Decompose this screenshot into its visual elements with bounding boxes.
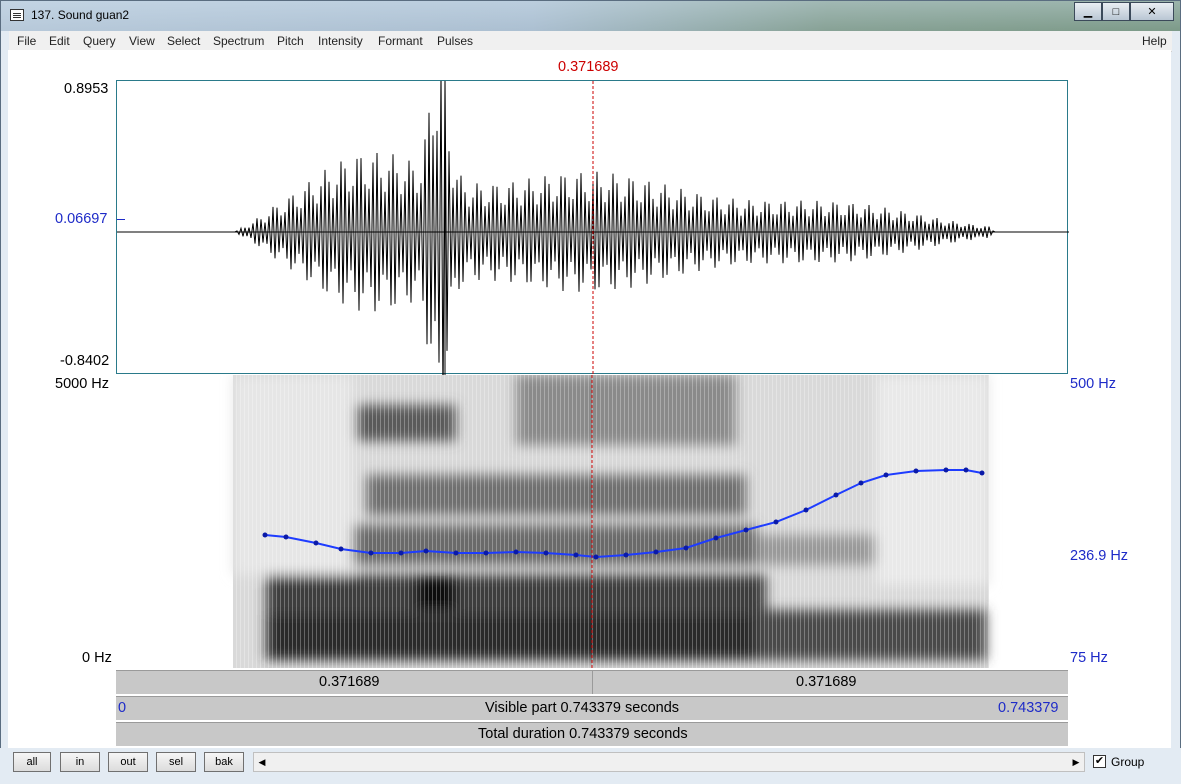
- pitch-point: [833, 492, 839, 498]
- zoom-back-button[interactable]: bak: [204, 752, 244, 772]
- zoom-in-button[interactable]: in: [60, 752, 100, 772]
- horizontal-scrollbar[interactable]: ◀ ▶: [253, 752, 1085, 772]
- pitch-point: [963, 467, 969, 473]
- pitch-point: [913, 468, 919, 474]
- pitch-point: [513, 549, 519, 555]
- pitch-point: [623, 552, 629, 558]
- menu-pitch[interactable]: Pitch: [277, 34, 304, 48]
- visible-part-bar[interactable]: 0 Visible part 0.743379 seconds 0.743379: [116, 696, 1068, 720]
- minimize-icon: ▁: [1083, 6, 1093, 18]
- waveform-ymid-label: 0.06697: [55, 211, 108, 227]
- timebar-right-label: 0.371689: [796, 674, 857, 690]
- window-title: 137. Sound guan2: [31, 8, 130, 22]
- spectrogram-freq-top-label: 5000 Hz: [55, 376, 110, 392]
- timebar-left-segment[interactable]: 0.371689: [116, 670, 592, 694]
- menu-view[interactable]: View: [129, 34, 155, 48]
- waveform-panel[interactable]: [116, 80, 1069, 375]
- menu-help[interactable]: Help: [1142, 34, 1167, 48]
- pitch-point: [943, 467, 949, 473]
- menu-query[interactable]: Query: [83, 34, 116, 48]
- waveform-svg: [117, 81, 1069, 375]
- pitch-point: [743, 527, 749, 533]
- spectrogram-striations: [233, 375, 989, 668]
- group-checkbox[interactable]: ✔: [1093, 755, 1106, 768]
- pitch-bottom-label: 75 Hz: [1070, 650, 1108, 666]
- pitch-point: [883, 472, 889, 478]
- pitch-point: [313, 540, 319, 546]
- title-bar[interactable]: 137. Sound guan2 ▁ □ ✕: [1, 1, 1180, 31]
- waveform-trace: [117, 81, 996, 375]
- scroll-right-icon[interactable]: ▶: [1068, 753, 1084, 771]
- pitch-point: [713, 535, 719, 541]
- pitch-point: [773, 519, 779, 525]
- pitch-point: [423, 548, 429, 554]
- menu-formant[interactable]: Formant: [378, 34, 423, 48]
- pitch-top-label: 500 Hz: [1070, 376, 1116, 392]
- menu-intensity[interactable]: Intensity: [318, 34, 363, 48]
- zoom-all-button[interactable]: all: [13, 752, 51, 772]
- maximize-button[interactable]: □: [1102, 2, 1130, 21]
- window-app-icon: [10, 9, 24, 21]
- pitch-point: [858, 480, 864, 486]
- pitch-point: [262, 532, 268, 538]
- close-icon: ✕: [1147, 6, 1157, 18]
- total-duration-label: Total duration 0.743379 seconds: [478, 726, 688, 742]
- waveform-ymid-tick: [117, 219, 125, 220]
- maximize-icon: □: [1112, 5, 1120, 18]
- pitch-point: [338, 546, 344, 552]
- pitch-point: [483, 550, 489, 556]
- spectrogram-svg: [233, 375, 989, 668]
- pitch-point: [683, 545, 689, 551]
- pitch-point: [368, 550, 374, 556]
- pitch-point: [543, 550, 549, 556]
- visible-start-label: 0: [118, 700, 127, 716]
- minimize-button[interactable]: ▁: [1074, 2, 1102, 21]
- menu-pulses[interactable]: Pulses: [437, 34, 473, 48]
- pitch-mid-label: 236.9 Hz: [1070, 548, 1129, 564]
- spectrogram-panel[interactable]: [116, 375, 1068, 668]
- total-duration-bar[interactable]: Total duration 0.743379 seconds: [116, 722, 1068, 746]
- group-label: Group: [1111, 755, 1145, 769]
- waveform-ymin-label: -0.8402: [60, 353, 110, 369]
- visible-end-label: 0.743379: [998, 700, 1059, 716]
- spectrogram-freq-bottom-label: 0 Hz: [82, 650, 112, 666]
- pitch-point: [803, 507, 809, 513]
- menu-select[interactable]: Select: [167, 34, 200, 48]
- scroll-left-icon[interactable]: ◀: [254, 753, 270, 771]
- menu-edit[interactable]: Edit: [49, 34, 70, 48]
- pitch-point: [979, 470, 985, 476]
- pitch-point: [653, 549, 659, 555]
- pitch-point: [573, 552, 579, 558]
- pitch-point: [453, 550, 459, 556]
- pitch-point: [398, 550, 404, 556]
- cursor-time-label: 0.371689: [558, 59, 619, 75]
- close-button[interactable]: ✕: [1130, 2, 1174, 21]
- timebar-right-segment[interactable]: 0.371689: [592, 670, 1068, 694]
- pitch-point: [593, 554, 599, 560]
- menu-spectrum[interactable]: Spectrum: [213, 34, 264, 48]
- menu-bar: File Edit Query View Select Spectrum Pit…: [9, 31, 1172, 52]
- zoom-selection-button[interactable]: sel: [156, 752, 196, 772]
- menu-file[interactable]: File: [17, 34, 36, 48]
- pitch-point: [283, 534, 289, 540]
- zoom-out-button[interactable]: out: [108, 752, 148, 772]
- timebar-left-label: 0.371689: [319, 674, 380, 690]
- visible-part-label: Visible part 0.743379 seconds: [485, 700, 680, 716]
- waveform-ymax-label: 0.8953: [64, 81, 109, 97]
